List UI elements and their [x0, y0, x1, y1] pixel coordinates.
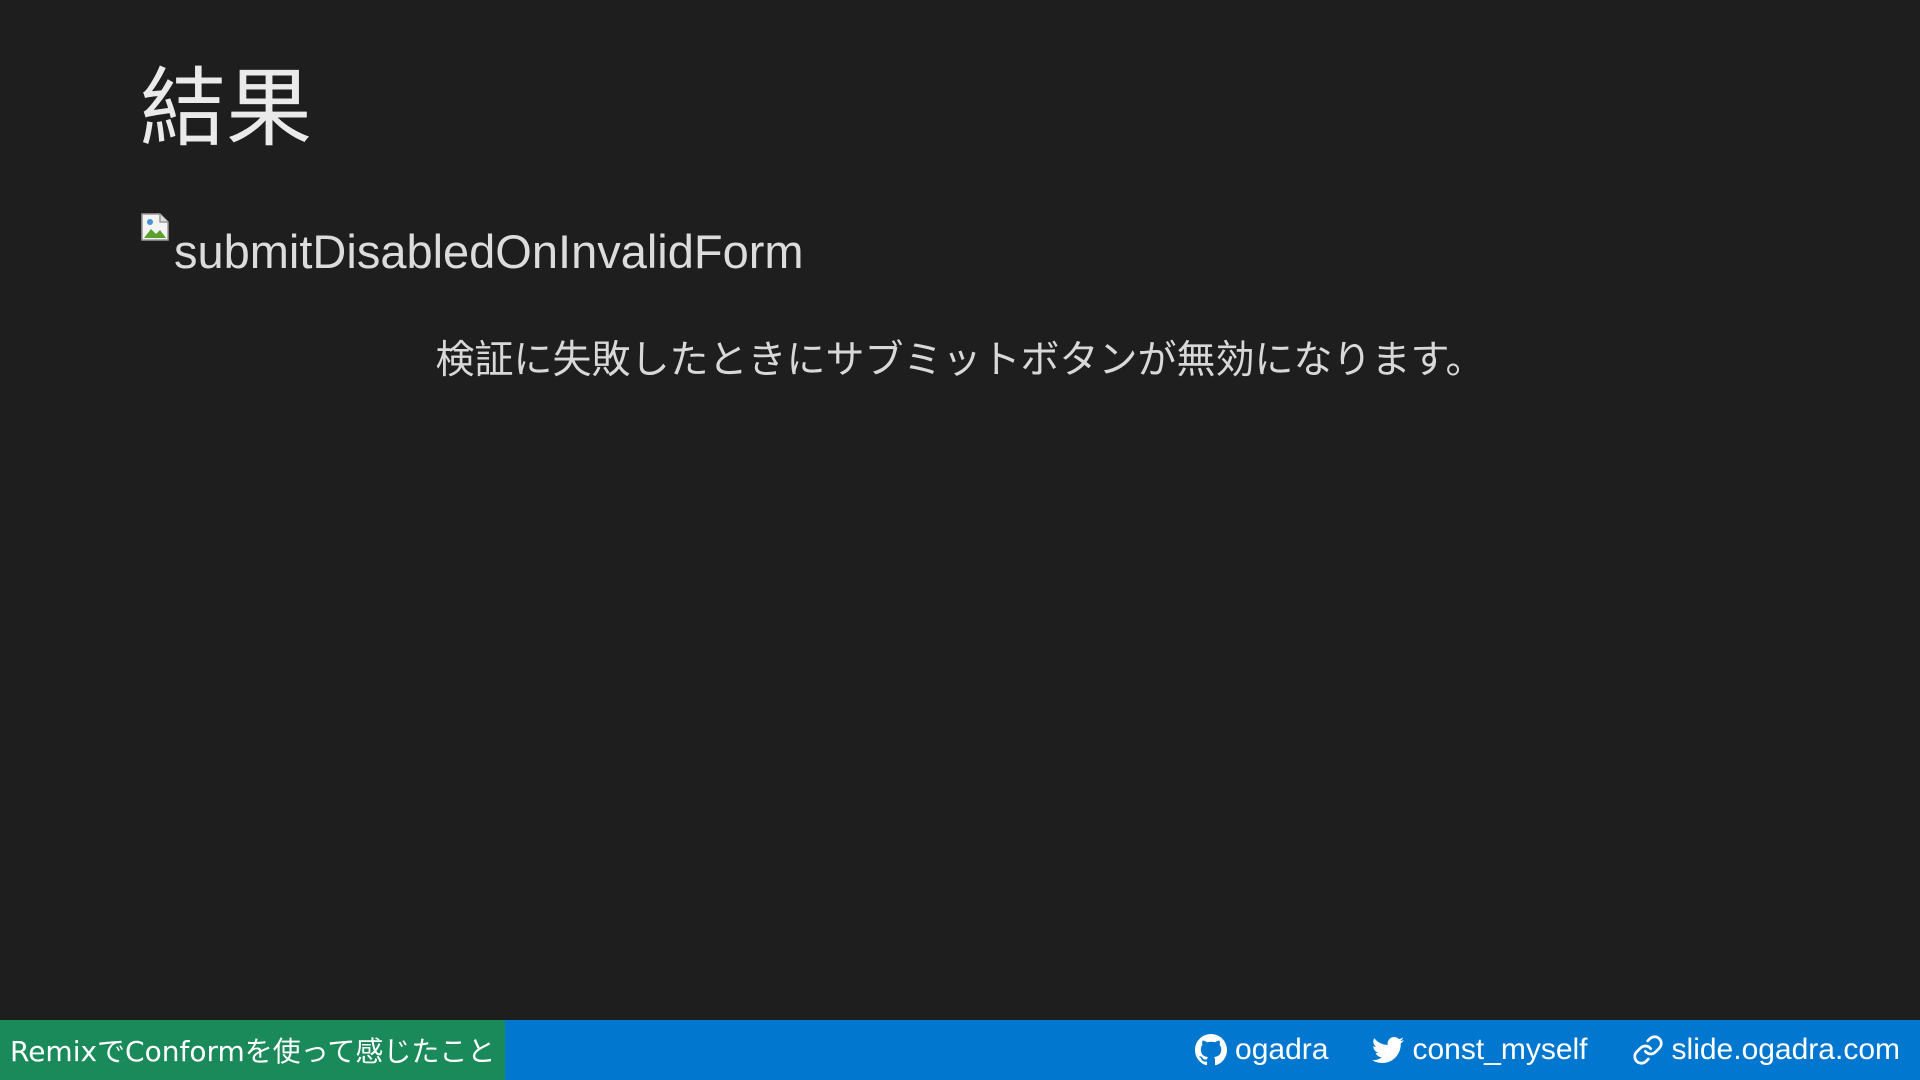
website-link[interactable]: slide.ogadra.com — [1632, 1033, 1900, 1067]
twitter-icon — [1372, 1034, 1405, 1066]
slide-content: 結果 submitDisabledOnInvalidForm 検証に失敗したとき… — [0, 0, 1920, 1020]
slide-caption: 検証に失敗したときにサブミットボタンが無効になります。 — [435, 338, 1485, 383]
broken-image-icon — [140, 212, 172, 244]
link-icon — [1632, 1034, 1664, 1066]
github-link[interactable]: ogadra — [1195, 1033, 1328, 1067]
github-icon — [1195, 1034, 1228, 1066]
github-username: ogadra — [1235, 1033, 1329, 1066]
presentation-title: RemixでConformを使って感じたこと — [0, 1020, 506, 1080]
twitter-username: const_myself — [1412, 1033, 1588, 1066]
twitter-link[interactable]: const_myself — [1372, 1033, 1588, 1067]
image-alt-text: submitDisabledOnInvalidForm — [174, 225, 804, 278]
footer-bar: RemixでConformを使って感じたこと ogadra const_myse… — [0, 1020, 1920, 1080]
broken-image: submitDisabledOnInvalidForm — [140, 212, 804, 275]
slide-title: 結果 — [140, 59, 312, 159]
website-url: slide.ogadra.com — [1671, 1033, 1900, 1066]
footer-links: ogadra const_myself slide.ogadra.com — [1151, 1033, 1920, 1067]
